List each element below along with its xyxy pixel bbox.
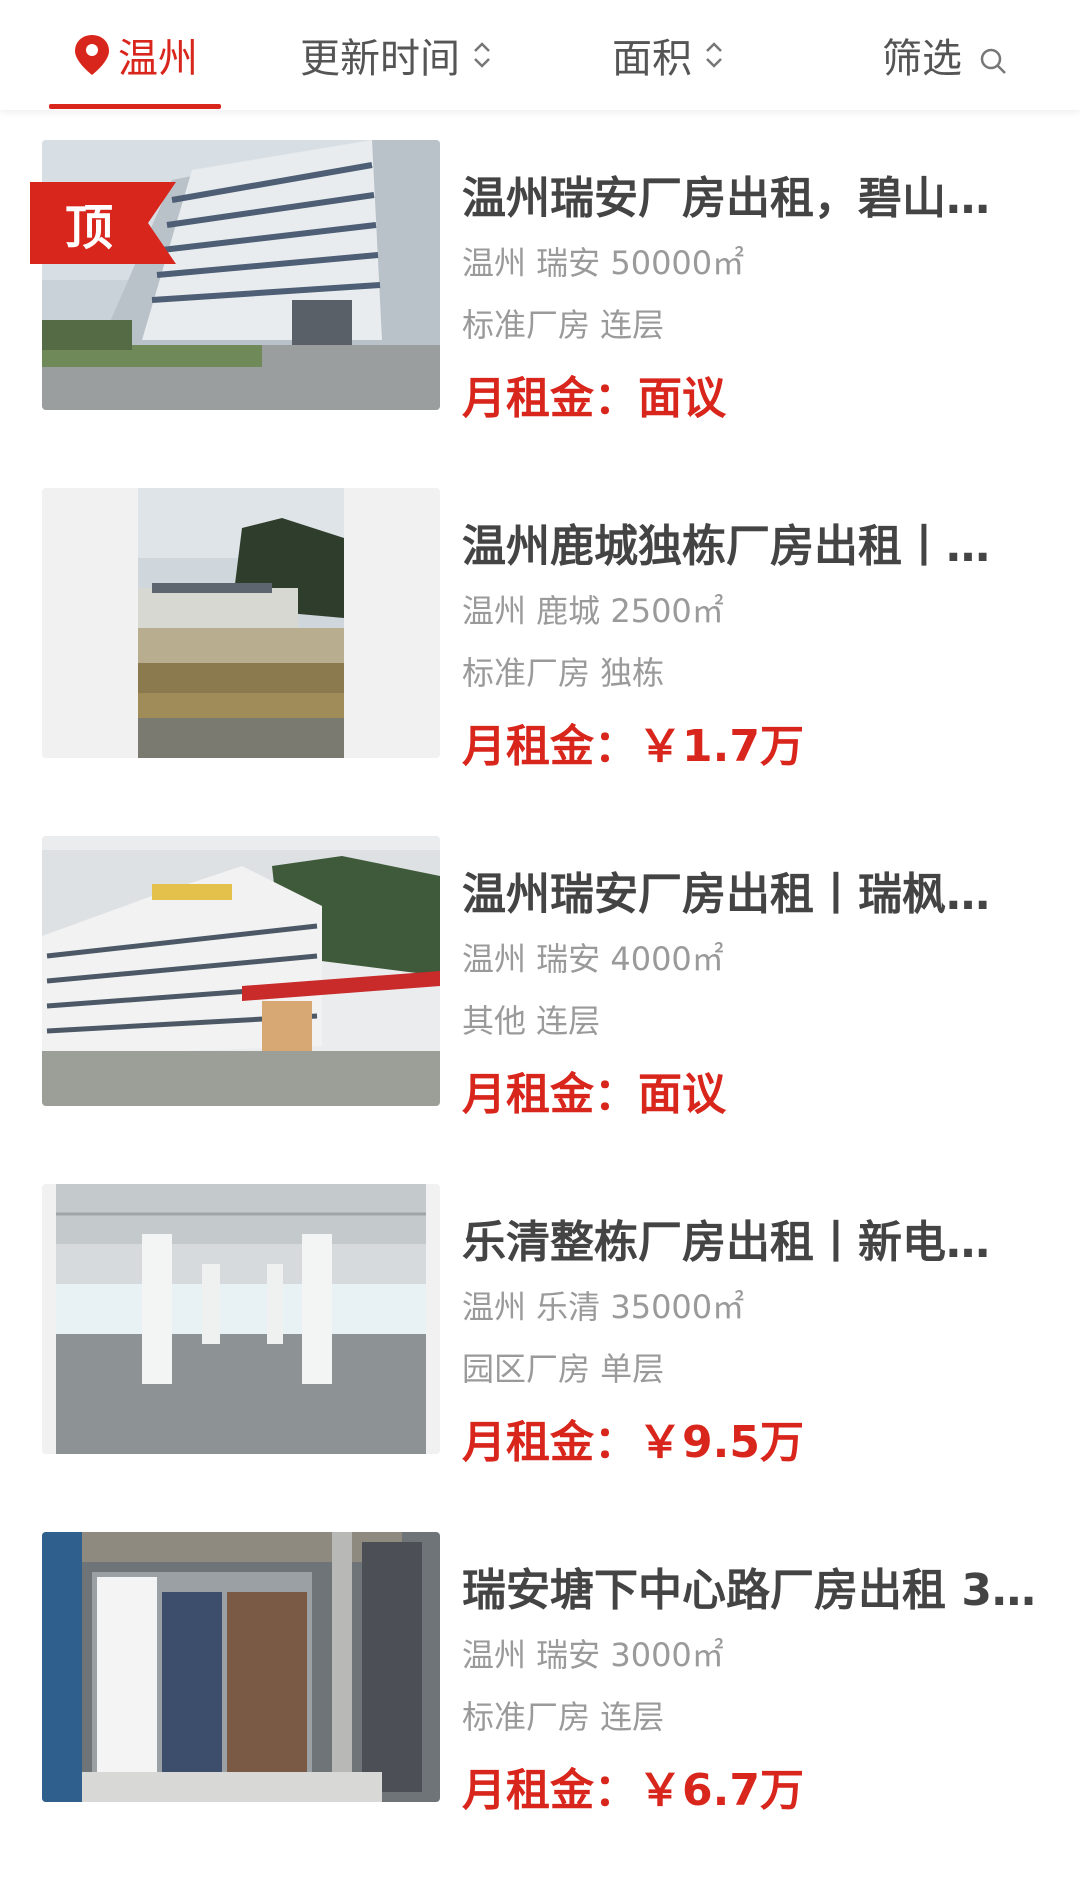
listing-card[interactable]: 温州鹿城独栋厂房出租丨… 温州 鹿城 2500㎡ 标准厂房 独栋 月租金：￥1.…: [0, 488, 1080, 788]
listing-price: 月租金：￥9.5万: [462, 1417, 804, 1468]
listing-card[interactable]: 瑞安塘下中心路厂房出租 3… 温州 瑞安 3000㎡ 标准厂房 连层 月租金：￥…: [0, 1532, 1080, 1832]
city-label: 温州: [118, 36, 198, 82]
listing-card[interactable]: 温州瑞安厂房出租丨瑞枫… 温州 瑞安 4000㎡ 其他 连层 月租金：面议: [0, 836, 1080, 1136]
listing-price: 月租金：面议: [462, 373, 726, 424]
sort-chevron-icon: [470, 37, 494, 73]
listing-title[interactable]: 乐清整栋厂房出租丨新电…: [462, 1206, 1044, 1270]
listing-photo[interactable]: [42, 836, 440, 1106]
listing-photo[interactable]: [42, 1184, 440, 1454]
city-selector[interactable]: 温州: [72, 0, 198, 110]
listing-type: 标准厂房 连层: [462, 306, 665, 344]
active-tab-indicator: [49, 104, 221, 109]
listing-photo[interactable]: [42, 488, 440, 758]
listing-title[interactable]: 温州瑞安厂房出租，碧山…: [462, 162, 1044, 226]
location-pin-icon: [72, 33, 112, 77]
sort-chevron-icon: [702, 37, 726, 73]
sort-update-label: 更新时间: [300, 36, 460, 82]
listing-type: 标准厂房 连层: [462, 1698, 665, 1736]
listing-price: 月租金：￥1.7万: [462, 721, 804, 772]
listing-photo[interactable]: [42, 140, 440, 410]
filter-button[interactable]: 筛选: [882, 0, 1008, 110]
listing-location: 温州 瑞安 3000㎡: [462, 1636, 724, 1674]
listing-type: 园区厂房 单层: [462, 1350, 665, 1388]
listing-location: 温州 瑞安 50000㎡: [462, 244, 745, 282]
sort-by-update-time[interactable]: 更新时间: [300, 0, 494, 110]
listing-card[interactable]: 乐清整栋厂房出租丨新电… 温州 乐清 35000㎡ 园区厂房 单层 月租金：￥9…: [0, 1184, 1080, 1484]
listing-photo[interactable]: [42, 1532, 440, 1802]
search-icon: [978, 40, 1008, 74]
filter-bar: 温州 更新时间 面积 筛选: [0, 0, 1080, 110]
listing-location: 温州 瑞安 4000㎡: [462, 940, 724, 978]
listing-title[interactable]: 温州瑞安厂房出租丨瑞枫…: [462, 858, 1044, 922]
listing-type: 其他 连层: [462, 1002, 601, 1040]
listing-location: 温州 乐清 35000㎡: [462, 1288, 745, 1326]
top-badge: 顶: [64, 200, 113, 256]
listing-price: 月租金：面议: [462, 1069, 726, 1120]
listing-type: 标准厂房 独栋: [462, 654, 665, 692]
listing-card[interactable]: 顶 温州瑞安厂房出租，碧山… 温州 瑞安 50000㎡ 标准厂房 连层 月租金：…: [0, 140, 1080, 440]
sort-by-area[interactable]: 面积: [612, 0, 726, 110]
listing-title[interactable]: 瑞安塘下中心路厂房出租 3…: [462, 1554, 1044, 1618]
sort-area-label: 面积: [612, 36, 692, 82]
listing-location: 温州 鹿城 2500㎡: [462, 592, 724, 630]
filter-label: 筛选: [882, 36, 962, 82]
listing-price: 月租金：￥6.7万: [462, 1765, 804, 1816]
listing-title[interactable]: 温州鹿城独栋厂房出租丨…: [462, 510, 1044, 574]
